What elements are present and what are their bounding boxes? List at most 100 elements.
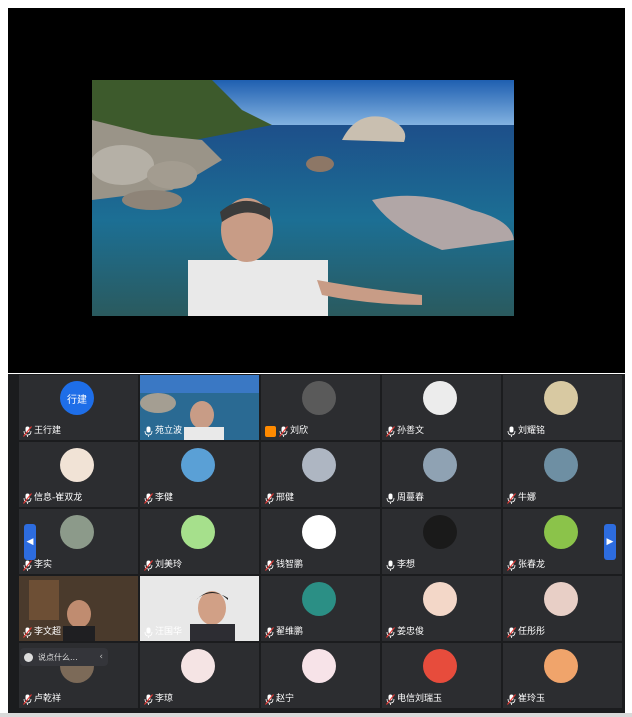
participant-name: 赵宁 bbox=[265, 692, 294, 706]
participant-tile[interactable]: 汪国华 bbox=[140, 576, 259, 641]
participant-tile[interactable]: 周蔓春 bbox=[382, 442, 501, 507]
participant-name-text: 电信刘瑞玉 bbox=[397, 694, 443, 704]
participant-avatar bbox=[544, 582, 578, 616]
mic-muted-icon bbox=[507, 492, 518, 504]
participant-tile[interactable]: 行建王行建 bbox=[19, 375, 138, 440]
mic-muted-icon bbox=[386, 693, 397, 705]
participant-tile[interactable]: 崔玲玉 bbox=[503, 643, 622, 708]
participant-name-text: 牛娜 bbox=[518, 493, 537, 503]
participant-name-text: 张春龙 bbox=[518, 560, 546, 570]
mic-muted-icon bbox=[144, 559, 155, 571]
host-badge-icon bbox=[265, 425, 276, 437]
participant-name: 邢健 bbox=[265, 491, 294, 505]
participant-name: 李想 bbox=[386, 558, 415, 572]
participant-name-text: 李文超 bbox=[34, 627, 62, 637]
participant-avatar bbox=[302, 381, 336, 415]
participant-name-text: 李实 bbox=[34, 560, 53, 570]
chat-input-bar[interactable]: 说点什么... ‹ bbox=[20, 648, 108, 666]
mic-muted-icon bbox=[265, 693, 276, 705]
collapse-chevron-icon[interactable]: ‹ bbox=[99, 652, 103, 662]
participant-avatar bbox=[423, 448, 457, 482]
mic-icon bbox=[144, 627, 155, 638]
participant-tile[interactable]: 牛娜 bbox=[503, 442, 622, 507]
participant-tile[interactable]: 刘美玲 bbox=[140, 509, 259, 574]
mic-muted-icon bbox=[279, 425, 290, 437]
participant-tile[interactable]: 刘欣 bbox=[261, 375, 380, 440]
participant-avatar bbox=[302, 582, 336, 616]
mic-muted-icon bbox=[23, 425, 34, 437]
participant-tile[interactable]: 李健 bbox=[140, 442, 259, 507]
mic-muted-icon bbox=[144, 492, 155, 504]
bottom-divider bbox=[0, 713, 632, 717]
participant-name: 电信刘瑞玉 bbox=[386, 692, 442, 706]
participant-tile[interactable]: 苑立波 bbox=[140, 375, 259, 440]
participant-avatar: 行建 bbox=[60, 381, 94, 415]
participant-avatar bbox=[60, 515, 94, 549]
mic-muted-icon bbox=[265, 626, 276, 638]
participant-tile[interactable]: 姜忠俊 bbox=[382, 576, 501, 641]
mic-muted-icon bbox=[23, 559, 34, 571]
participant-name-text: 李健 bbox=[155, 493, 174, 503]
participant-avatar bbox=[181, 448, 215, 482]
participant-tile[interactable]: 赵宁 bbox=[261, 643, 380, 708]
participant-name-text: 任彤彤 bbox=[518, 627, 546, 637]
mic-muted-icon bbox=[23, 693, 34, 705]
participant-name: 卢乾祥 bbox=[23, 692, 61, 706]
participant-tile[interactable]: 任彤彤 bbox=[503, 576, 622, 641]
participant-name-text: 李琼 bbox=[155, 694, 174, 704]
participant-name: 李文超 bbox=[23, 625, 61, 639]
participant-name: 孙善文 bbox=[386, 424, 424, 438]
emoji-icon[interactable] bbox=[24, 652, 33, 662]
mic-muted-icon bbox=[265, 492, 276, 504]
participant-tile[interactable]: 李琼 bbox=[140, 643, 259, 708]
participant-name: 牛娜 bbox=[507, 491, 536, 505]
participant-name-text: 周蔓春 bbox=[397, 493, 425, 503]
participant-tile[interactable]: 电信刘瑞玉 bbox=[382, 643, 501, 708]
participant-tile[interactable]: 钱智鹏 bbox=[261, 509, 380, 574]
mic-muted-icon bbox=[507, 626, 518, 638]
participant-name: 李琼 bbox=[144, 692, 173, 706]
participant-avatar bbox=[302, 649, 336, 683]
participant-name-text: 翟维鹏 bbox=[276, 627, 304, 637]
chevron-right-icon[interactable]: ▶ bbox=[604, 524, 616, 560]
participant-tile[interactable]: 邢健 bbox=[261, 442, 380, 507]
mic-muted-icon bbox=[144, 693, 155, 705]
participant-name-text: 赵宁 bbox=[276, 694, 295, 704]
participant-name-text: 刘耀铭 bbox=[518, 426, 546, 436]
participant-tile[interactable]: 李文超 bbox=[19, 576, 138, 641]
chat-placeholder: 说点什么... bbox=[38, 652, 78, 662]
participant-name: 李实 bbox=[23, 558, 52, 572]
participant-avatar bbox=[302, 515, 336, 549]
participant-name-text: 卢乾祥 bbox=[34, 694, 62, 704]
mic-muted-icon bbox=[23, 492, 34, 504]
mic-icon bbox=[386, 560, 397, 571]
main-speaker-video[interactable] bbox=[92, 80, 514, 316]
participant-avatar bbox=[423, 515, 457, 549]
participant-name: 刘欣 bbox=[265, 424, 308, 438]
lake-scene-video-frame bbox=[92, 80, 514, 316]
participant-name: 刘耀铭 bbox=[507, 424, 545, 438]
participant-avatar bbox=[544, 515, 578, 549]
participant-name: 李健 bbox=[144, 491, 173, 505]
participant-name: 任彤彤 bbox=[507, 625, 545, 639]
participant-tile[interactable]: 孙善文 bbox=[382, 375, 501, 440]
participant-tile[interactable]: 李想 bbox=[382, 509, 501, 574]
participant-tile[interactable]: 刘耀铭 bbox=[503, 375, 622, 440]
chevron-left-icon[interactable]: ◀ bbox=[24, 524, 36, 560]
mic-icon bbox=[144, 426, 155, 437]
mic-muted-icon bbox=[386, 425, 397, 437]
participant-avatar bbox=[423, 582, 457, 616]
participant-tile[interactable]: 翟维鹏 bbox=[261, 576, 380, 641]
participant-tile[interactable]: 信息-崔双龙 bbox=[19, 442, 138, 507]
participant-name: 苑立波 bbox=[144, 424, 182, 438]
participant-tile[interactable]: 李实 bbox=[19, 509, 138, 574]
mic-icon bbox=[386, 493, 397, 504]
mic-muted-icon bbox=[23, 626, 34, 638]
participant-name: 刘美玲 bbox=[144, 558, 182, 572]
participant-name: 张春龙 bbox=[507, 558, 545, 572]
participant-name: 王行建 bbox=[23, 424, 61, 438]
main-video-stage bbox=[8, 8, 625, 373]
participant-avatar bbox=[544, 381, 578, 415]
participant-name: 翟维鹏 bbox=[265, 625, 303, 639]
participant-avatar bbox=[423, 381, 457, 415]
